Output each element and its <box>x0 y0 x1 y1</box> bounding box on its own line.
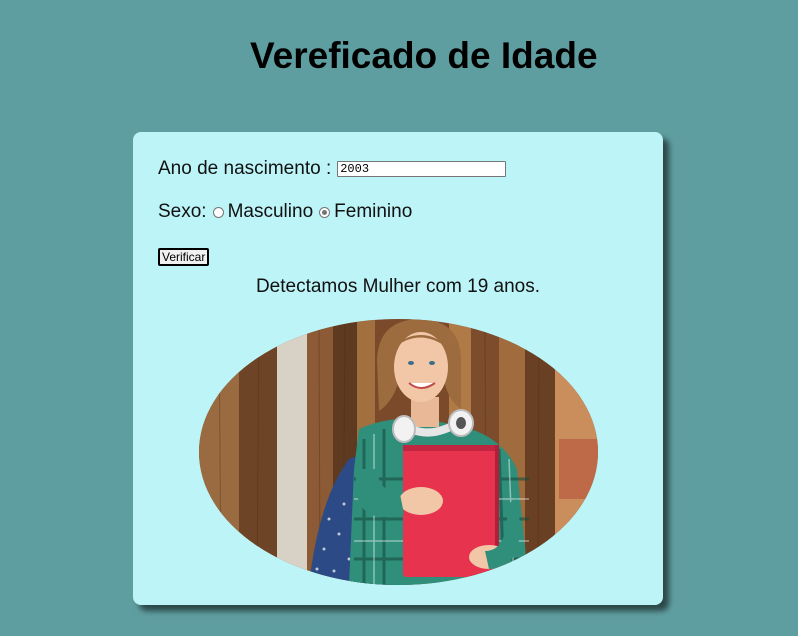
radio-feminino[interactable] <box>319 206 331 218</box>
result-text: Detectamos Mulher com 19 anos. <box>255 276 541 297</box>
verification-card: Ano de nascimento : Sexo: Masculino Femi… <box>133 132 663 605</box>
birth-year-label: Ano de nascimento : <box>158 158 332 179</box>
radio-masculino-label[interactable]: Masculino <box>228 201 314 223</box>
birth-year-input[interactable] <box>337 161 507 177</box>
radio-masculino[interactable] <box>212 206 224 218</box>
page-title: Vereficado de Idade <box>250 35 598 76</box>
sex-label: Sexo: <box>158 201 207 222</box>
result-photo <box>199 319 598 585</box>
sex-row: Sexo: Masculino Feminino <box>158 201 412 223</box>
verify-button[interactable]: Verificar <box>158 248 210 266</box>
radio-feminino-label[interactable]: Feminino <box>334 201 412 223</box>
birth-year-row: Ano de nascimento : <box>158 158 507 180</box>
